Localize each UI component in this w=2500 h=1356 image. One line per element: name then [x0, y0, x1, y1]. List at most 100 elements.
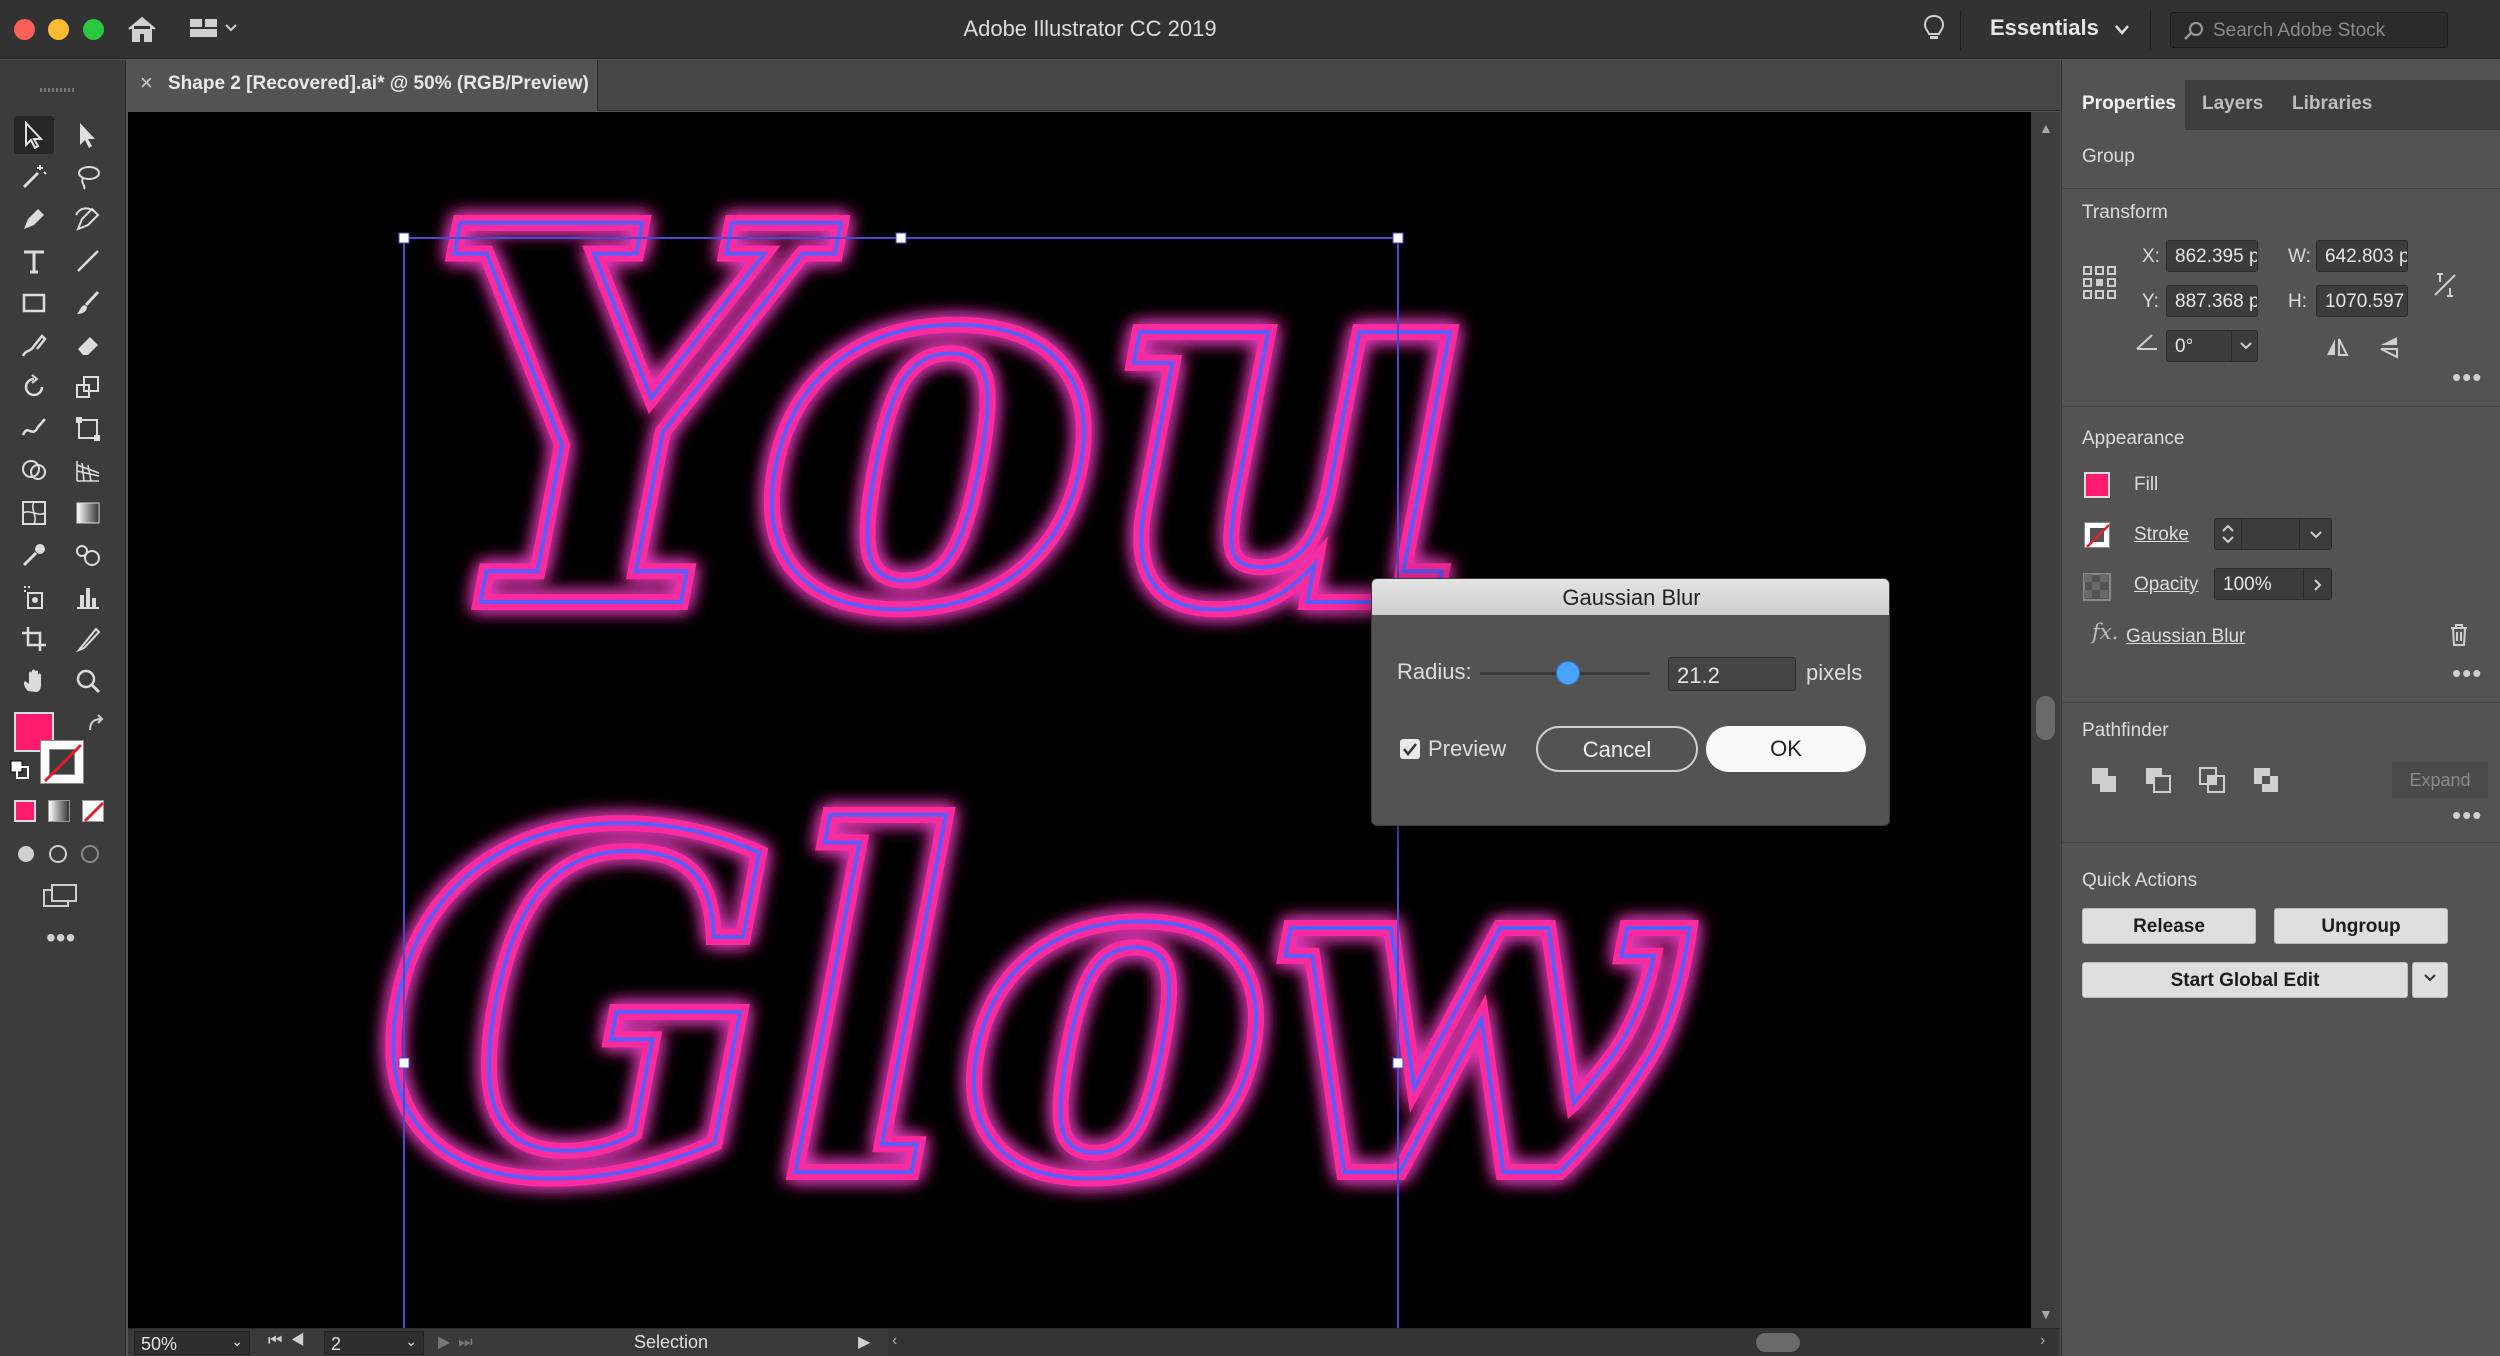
document-tab[interactable]: × Shape 2 [Recovered].ai* @ 50% (RGB/Pre…: [128, 60, 598, 111]
flip-vertical-icon[interactable]: [2378, 334, 2400, 360]
resize-handle[interactable]: [1392, 232, 1404, 244]
stroke-label[interactable]: Stroke: [2134, 524, 2189, 546]
opacity-label[interactable]: Opacity: [2134, 574, 2198, 596]
symbol-sprayer-tool[interactable]: [14, 578, 54, 616]
cancel-button[interactable]: Cancel: [1536, 726, 1698, 772]
chevron-down-icon[interactable]: [2114, 24, 2130, 36]
scroll-down-icon[interactable]: ▼: [2039, 1306, 2053, 1322]
close-tab-icon[interactable]: ×: [140, 70, 153, 96]
gradient-tool[interactable]: [68, 494, 108, 532]
pen-tool[interactable]: [14, 200, 54, 238]
resize-handle[interactable]: [398, 1057, 410, 1069]
transform-more-options[interactable]: •••: [2452, 362, 2482, 393]
h-input[interactable]: 1070.597: [2316, 285, 2408, 317]
trash-icon[interactable]: [2448, 622, 2470, 648]
artboard-tool[interactable]: [14, 620, 54, 658]
scroll-up-icon[interactable]: ▲: [2039, 120, 2053, 136]
zoom-select[interactable]: 50% ⌄: [134, 1331, 250, 1355]
workspace-switcher[interactable]: Essentials: [1990, 15, 2099, 41]
slice-tool[interactable]: [68, 620, 108, 658]
stroke-weight-input[interactable]: [2214, 518, 2332, 550]
vertical-scrollbar[interactable]: ▲ ▼: [2031, 112, 2060, 1328]
shape-builder-tool[interactable]: [14, 452, 54, 490]
minus-front-icon[interactable]: [2144, 766, 2172, 794]
chevron-down-icon[interactable]: [2309, 530, 2323, 540]
perspective-grid-tool[interactable]: [68, 452, 108, 490]
magic-wand-tool[interactable]: [14, 158, 54, 196]
scale-tool[interactable]: [68, 368, 108, 406]
eyedropper-tool[interactable]: [14, 536, 54, 574]
lightbulb-icon[interactable]: [1922, 14, 1946, 44]
reference-point-icon[interactable]: [2082, 265, 2118, 301]
horizontal-scrollbar[interactable]: ‹ ›: [888, 1329, 2058, 1356]
line-segment-tool[interactable]: [68, 242, 108, 280]
status-menu-arrow[interactable]: ▶: [858, 1332, 870, 1352]
start-global-edit-button[interactable]: Start Global Edit: [2082, 962, 2408, 998]
x-input[interactable]: 862.395 p: [2166, 240, 2258, 272]
stroke-swatch[interactable]: [40, 740, 84, 784]
mesh-tool[interactable]: [14, 494, 54, 532]
warp-tool[interactable]: [14, 410, 54, 448]
search-stock-input[interactable]: Search Adobe Stock: [2170, 12, 2448, 48]
lasso-tool[interactable]: [68, 158, 108, 196]
color-mode-button[interactable]: [14, 800, 36, 822]
curvature-tool[interactable]: [68, 200, 108, 238]
intersect-icon[interactable]: [2198, 766, 2226, 794]
opacity-input[interactable]: 100%: [2214, 568, 2332, 600]
exclude-icon[interactable]: [2252, 766, 2280, 794]
artboard-select[interactable]: 2 ⌄: [324, 1331, 424, 1355]
stroke-color-swatch[interactable]: [2084, 522, 2110, 548]
resize-handle[interactable]: [895, 232, 907, 244]
rectangle-tool[interactable]: [14, 284, 54, 322]
scroll-right-icon[interactable]: ›: [2040, 1332, 2045, 1350]
ungroup-button[interactable]: Ungroup: [2274, 908, 2448, 944]
y-input[interactable]: 887.368 p: [2166, 285, 2258, 317]
hand-tool[interactable]: [14, 662, 54, 700]
free-transform-tool[interactable]: [68, 410, 108, 448]
paintbrush-tool[interactable]: [68, 284, 108, 322]
radius-slider-thumb[interactable]: [1556, 661, 1580, 685]
blend-tool[interactable]: [68, 536, 108, 574]
selection-tool[interactable]: [14, 116, 54, 154]
unite-icon[interactable]: [2090, 766, 2118, 794]
screen-mode-icon[interactable]: [40, 882, 80, 912]
shaper-tool[interactable]: [14, 326, 54, 364]
constrain-proportions-icon[interactable]: [2432, 270, 2458, 300]
drawing-modes-icon[interactable]: [12, 842, 102, 866]
swap-fill-stroke-icon[interactable]: [86, 714, 108, 736]
zoom-tool[interactable]: [68, 662, 108, 700]
fill-color-swatch[interactable]: [2084, 472, 2110, 498]
edit-toolbar-button[interactable]: •••: [46, 922, 75, 954]
ok-button[interactable]: OK: [1706, 726, 1866, 772]
direct-selection-tool[interactable]: [68, 116, 108, 154]
w-input[interactable]: 642.803 p: [2316, 240, 2408, 272]
flip-horizontal-icon[interactable]: [2324, 336, 2350, 358]
tab-libraries[interactable]: Libraries: [2292, 93, 2372, 115]
resize-handle[interactable]: [398, 232, 410, 244]
scroll-left-icon[interactable]: ‹: [892, 1332, 897, 1350]
expand-button[interactable]: Expand: [2392, 762, 2488, 798]
tab-properties[interactable]: Properties: [2082, 93, 2176, 115]
eraser-tool[interactable]: [68, 326, 108, 364]
h-scroll-thumb[interactable]: [1756, 1333, 1800, 1352]
toolbar-grip[interactable]: [40, 88, 76, 92]
gradient-mode-button[interactable]: [48, 800, 70, 822]
rotate-angle-input[interactable]: 0°: [2166, 330, 2258, 362]
none-mode-button[interactable]: [82, 800, 105, 823]
release-button[interactable]: Release: [2082, 908, 2256, 944]
global-edit-options-button[interactable]: [2412, 962, 2448, 998]
stepper-icon[interactable]: [2221, 522, 2235, 546]
scroll-thumb[interactable]: [2036, 696, 2055, 740]
column-graph-tool[interactable]: [68, 578, 108, 616]
preview-checkbox[interactable]: [1400, 739, 1420, 759]
gaussian-blur-effect-link[interactable]: Gaussian Blur: [2126, 626, 2245, 648]
fx-icon[interactable]: fx.: [2092, 620, 2118, 644]
appearance-more-options[interactable]: •••: [2452, 658, 2482, 689]
artboard-prev-controls[interactable]: ⏮◀: [268, 1332, 313, 1350]
pathfinder-more-options[interactable]: •••: [2452, 800, 2482, 831]
artboard-next-controls[interactable]: ▶⏭: [438, 1332, 481, 1352]
resize-handle[interactable]: [1392, 1057, 1404, 1069]
default-fill-stroke-icon[interactable]: [10, 760, 30, 780]
radius-input[interactable]: 21.2: [1668, 657, 1796, 691]
tab-layers[interactable]: Layers: [2202, 93, 2263, 115]
